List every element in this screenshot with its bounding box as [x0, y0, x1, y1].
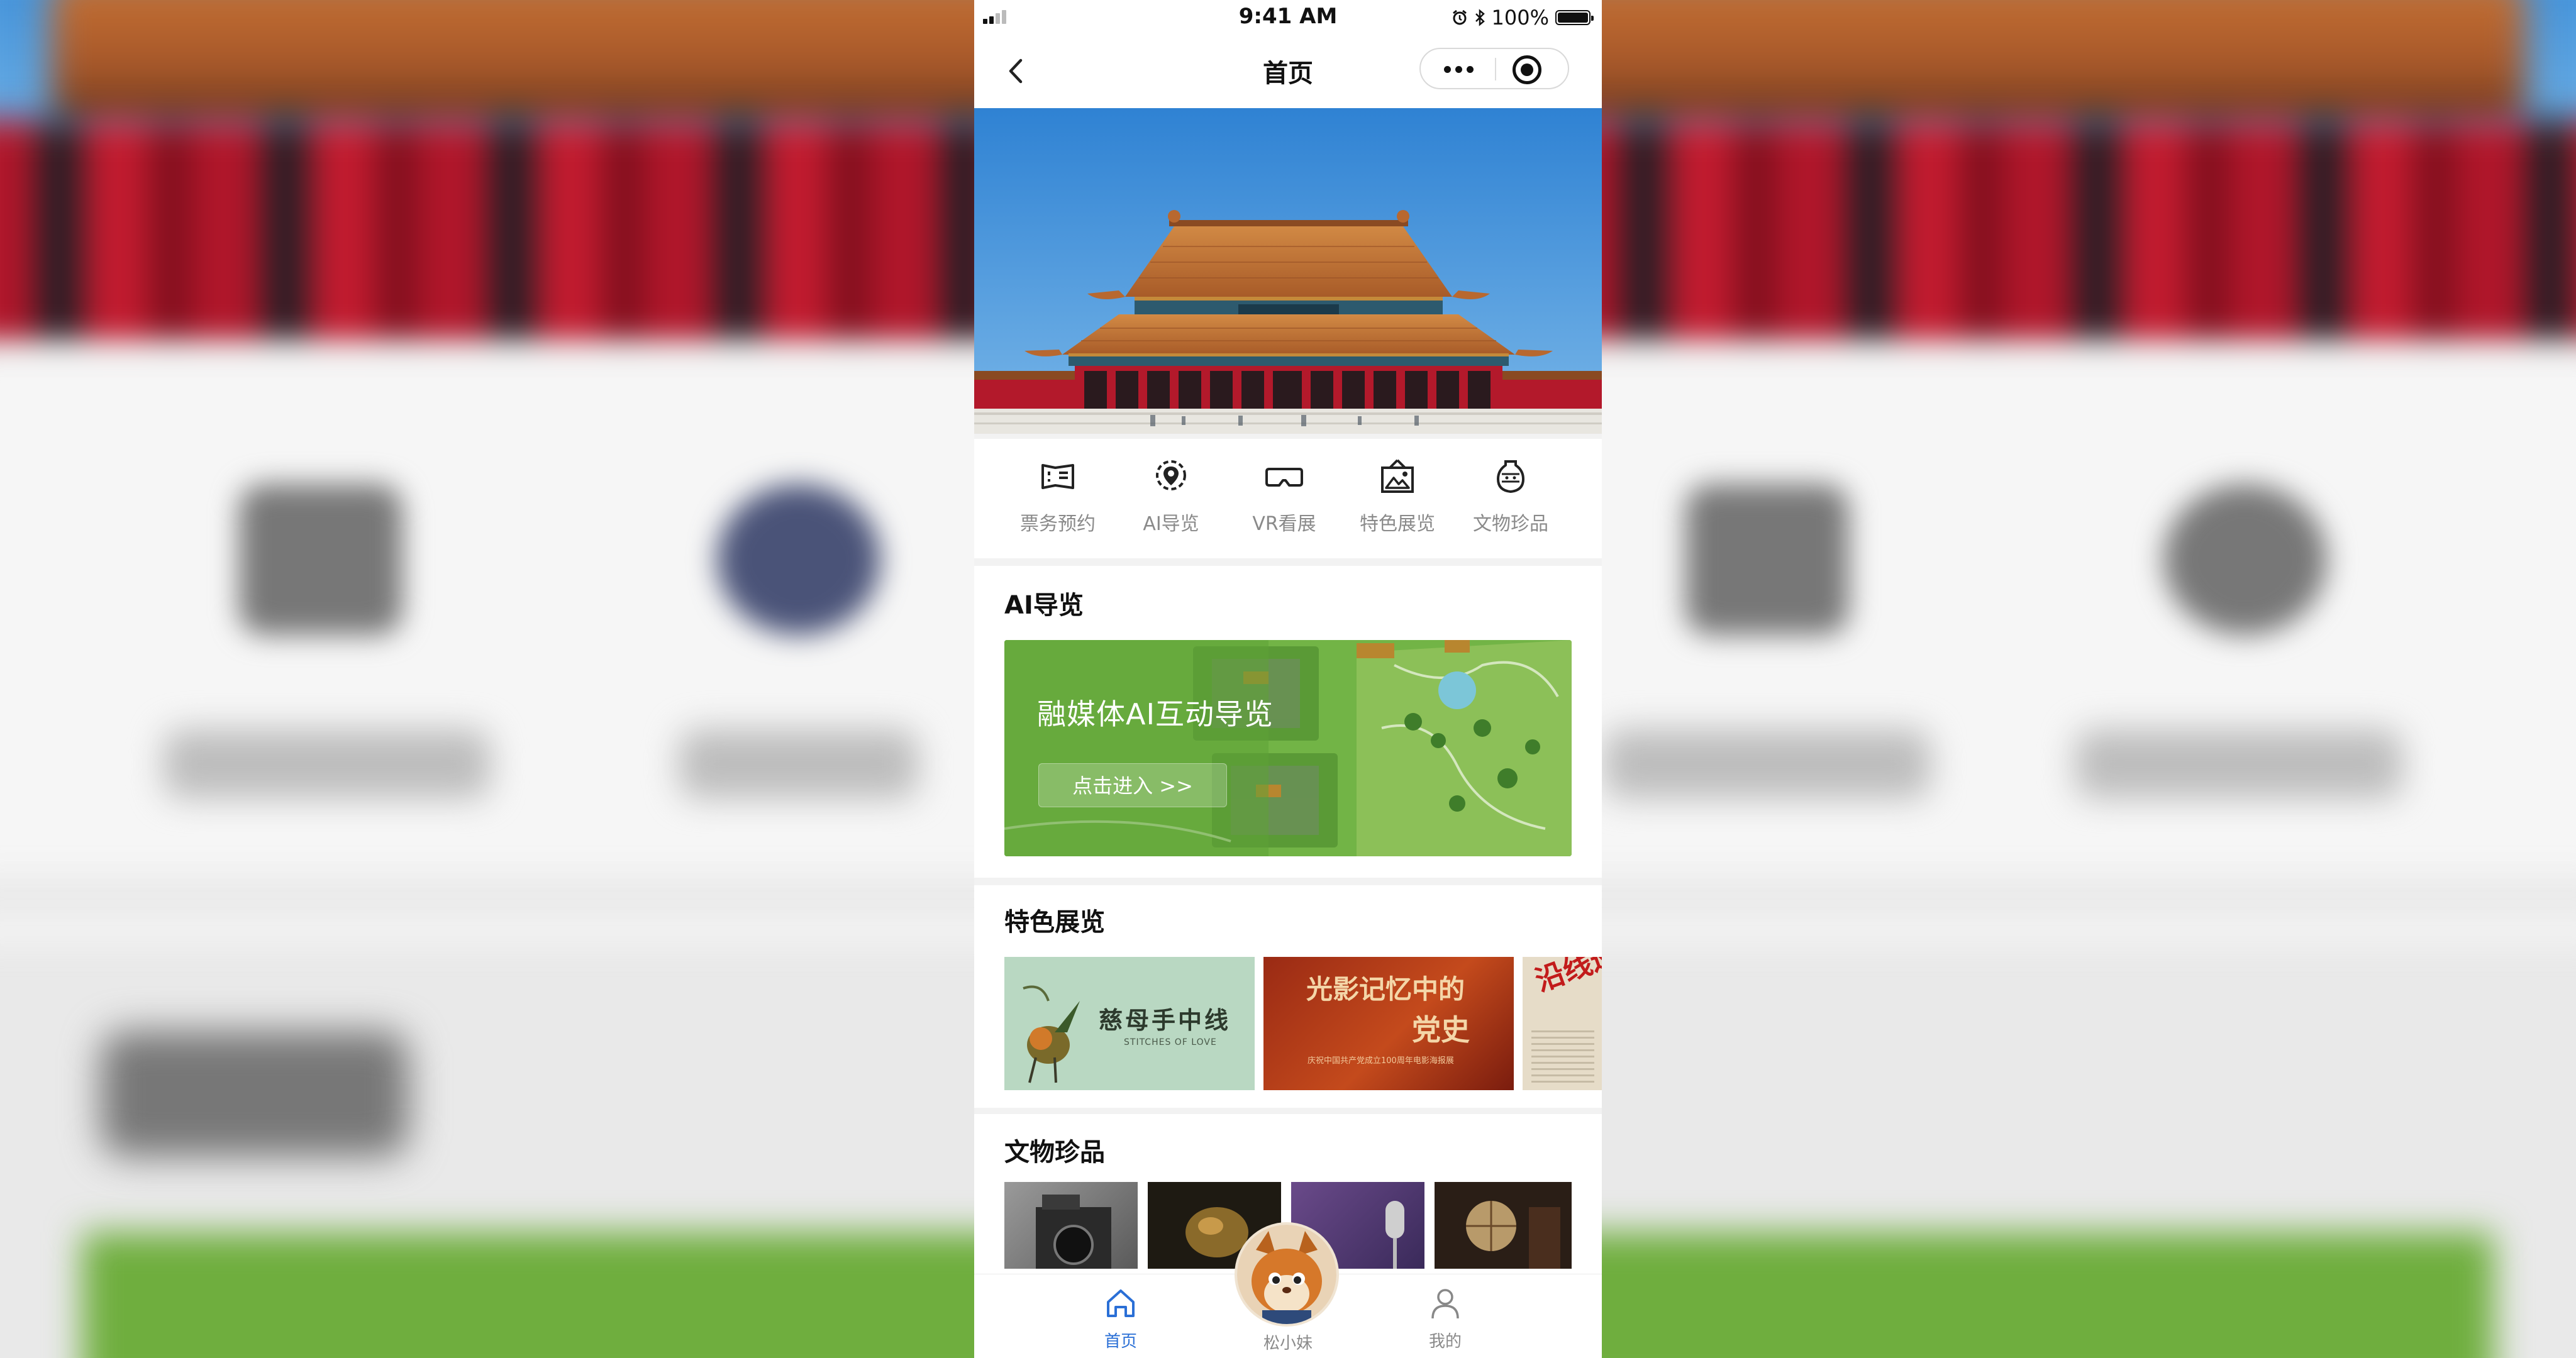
bg-ghost-icon [1685, 484, 1849, 635]
palace-map-illustration [1004, 640, 1572, 856]
bg-ghost-label [2075, 729, 2402, 798]
exhibition-card[interactable]: 慈母手中线 STITCHES OF LOVE [1004, 957, 1255, 1090]
battery-percent: 100% [1491, 6, 1549, 30]
exhibition-card[interactable]: 光影记忆中的 党史 庆祝中国共产党成立100周年电影海报展 [1263, 957, 1514, 1090]
ai-banner-title: 融媒体AI互动导览 [1037, 697, 1274, 731]
vase-icon [1497, 460, 1524, 493]
quick-nav-label: VR看展 [1252, 513, 1316, 535]
squirrel-mascot-icon [1237, 1225, 1336, 1324]
quick-nav-label: 票务预约 [1020, 513, 1096, 535]
quick-nav-vr[interactable]: VR看展 [1234, 456, 1335, 536]
vr-headset-icon [1265, 468, 1303, 487]
status-bar: 9:41 AM 100% [974, 0, 1602, 34]
user-icon [1431, 1289, 1459, 1319]
alarm-icon [1452, 9, 1467, 25]
quick-nav-exhibition[interactable]: 特色展览 [1347, 456, 1448, 536]
tab-label: 我的 [1428, 1332, 1462, 1351]
close-target-icon[interactable] [1513, 55, 1541, 84]
bg-ghost-label [679, 729, 918, 798]
section-title: AI导览 [1004, 591, 1084, 620]
relic-card-camera[interactable] [1004, 1182, 1138, 1269]
bg-ghost-icon [717, 484, 880, 635]
ai-guide-section: AI导览 融媒体AI互动导览 点击进入 >> [974, 566, 1602, 878]
relic-card-globe[interactable] [1435, 1182, 1572, 1269]
exhibition-subtitle: STITCHES OF LOVE [1124, 1037, 1217, 1047]
location-pin-icon [1156, 460, 1186, 490]
bluetooth-icon [1475, 9, 1485, 26]
phone-screen: 9:41 AM 100% 首页 票务预约 AI导览 VR看展 特色展览 文物珍品… [974, 0, 1602, 1358]
exhibition-title-line1: 光影记忆中的 [1306, 974, 1465, 1005]
bg-ghost-label [164, 729, 491, 798]
tab-profile[interactable]: 我的 [1401, 1286, 1489, 1352]
picture-frame-icon [1381, 459, 1414, 493]
bg-ghost-icon [239, 484, 402, 635]
tab-label: 首页 [1104, 1332, 1137, 1351]
quick-nav-relics[interactable]: 文物珍品 [1460, 456, 1561, 536]
section-title: 文物珍品 [1004, 1138, 1105, 1167]
quick-nav: 票务预约 AI导览 VR看展 特色展览 文物珍品 [974, 439, 1602, 558]
enter-button[interactable]: 点击进入 >> [1038, 763, 1227, 807]
bg-ghost-label [1604, 729, 1931, 798]
battery-icon [1555, 10, 1594, 25]
camera-illustration [1036, 1195, 1111, 1269]
ticket-icon [1041, 464, 1074, 489]
exhibition-title-line2: 党史 [1412, 1013, 1470, 1047]
palace-hall-illustration [974, 108, 1602, 434]
tab-label: 松小妹 [1263, 1334, 1313, 1353]
home-icon [1107, 1289, 1135, 1317]
bird-illustration [1023, 985, 1080, 1083]
ai-guide-banner[interactable]: 融媒体AI互动导览 点击进入 >> [1004, 640, 1572, 856]
quick-nav-ticket[interactable]: 票务预约 [1008, 456, 1108, 536]
tab-home[interactable]: 首页 [1077, 1286, 1165, 1352]
bg-ghost-icon [2163, 484, 2327, 635]
exhibitions-section: 特色展览 慈母手中线 STITCHES OF LOVE 光影记忆中的 党史 庆祝… [974, 885, 1602, 1108]
section-title: 特色展览 [1004, 908, 1105, 937]
quick-nav-label: 文物珍品 [1473, 513, 1548, 535]
tab-mascot[interactable] [1237, 1225, 1336, 1324]
hero-banner[interactable] [974, 108, 1602, 434]
exhibition-title: 沿线巡 [1531, 957, 1602, 998]
quick-nav-label: AI导览 [1143, 513, 1199, 535]
exhibition-title: 慈母手中线 [1099, 1006, 1231, 1034]
nav-bar: 首页 [974, 34, 1602, 108]
exhibition-subtitle: 庆祝中国共产党成立100周年电影海报展 [1307, 1056, 1454, 1066]
more-dots-icon[interactable] [1438, 57, 1479, 82]
quick-nav-label: 特色展览 [1360, 513, 1435, 535]
mini-program-capsule [1419, 48, 1569, 89]
newspaper-texture [1531, 1026, 1594, 1083]
bg-ghost-heading [101, 1031, 409, 1157]
globe-illustration [1466, 1201, 1560, 1269]
quick-nav-ai-guide[interactable]: AI导览 [1121, 456, 1221, 536]
exhibition-card[interactable]: 沿线巡 [1523, 957, 1602, 1090]
